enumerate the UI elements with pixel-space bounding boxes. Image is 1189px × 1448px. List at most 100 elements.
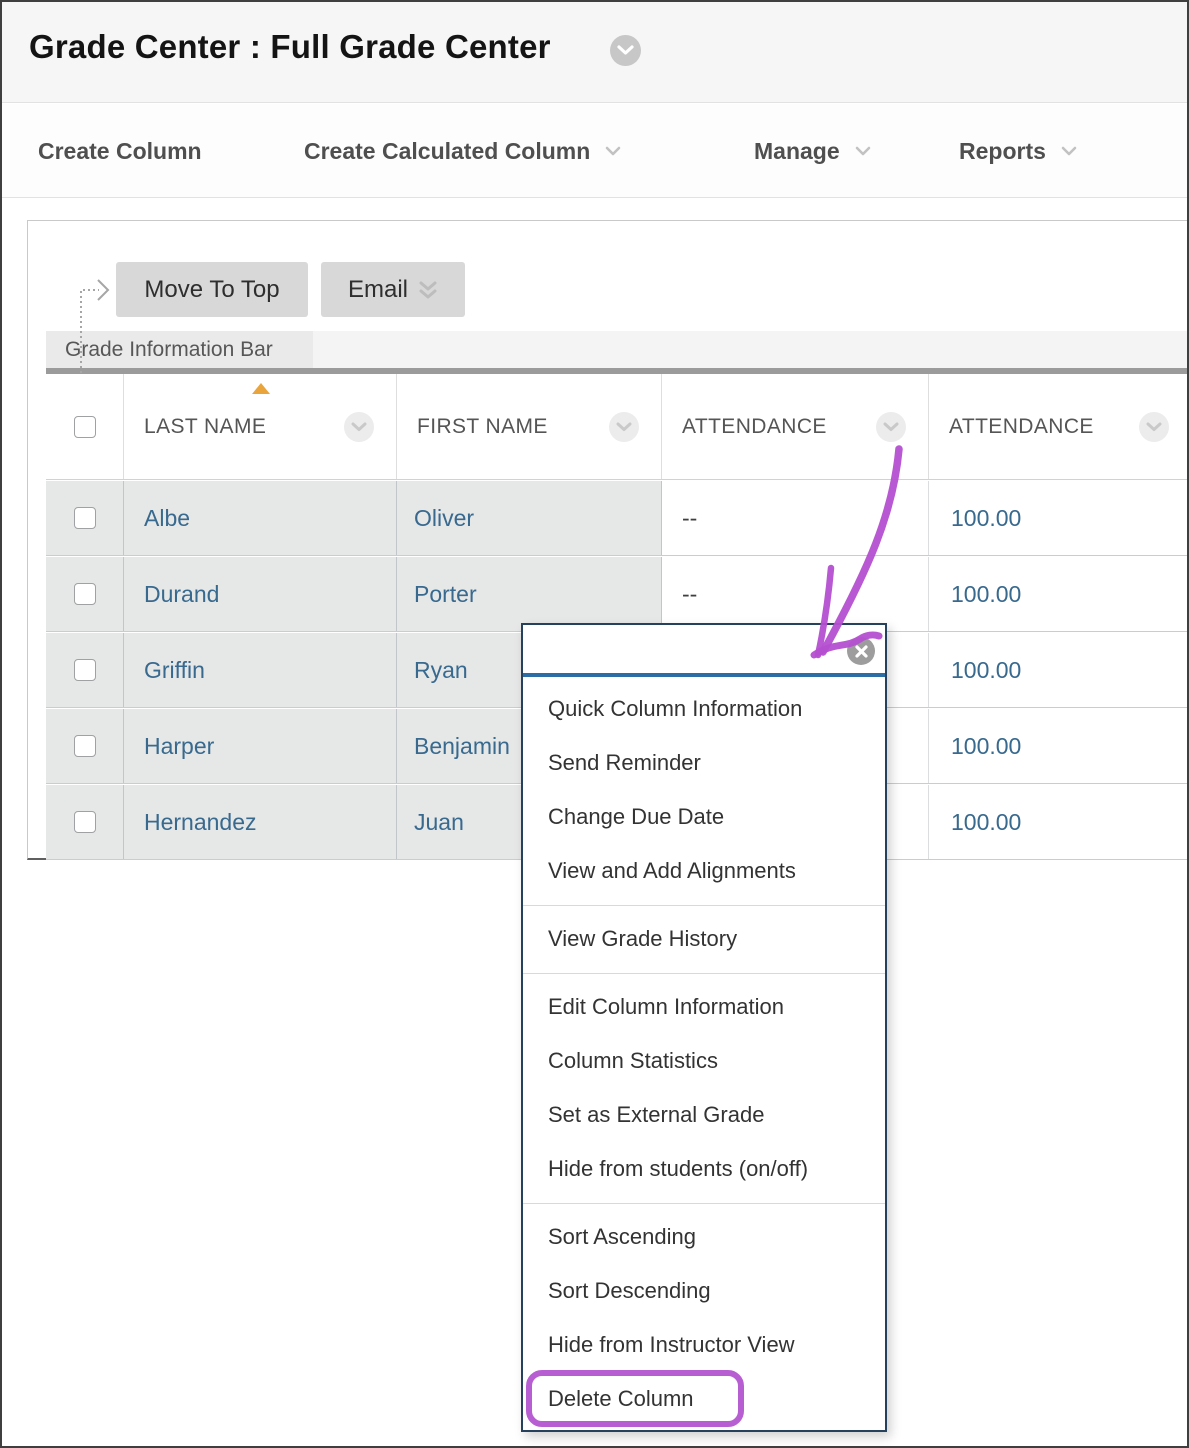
chevron-down-icon [605,146,621,156]
attendance-header: ATTENDANCE [662,374,929,479]
create-column-button[interactable]: Create Column [38,104,202,198]
student-link[interactable]: Benjamin [414,709,510,783]
page-header: Grade Center : Full Grade Center [2,2,1187,103]
grade-value: 100.00 [951,557,1021,631]
attendance2-cell[interactable]: 100.00 [929,557,1189,631]
menu-divider [523,1203,885,1204]
last-name-cell: Durand [124,557,397,631]
last-name-cell: Griffin [124,633,397,707]
dotted-elbow-arrow-icon [72,275,120,375]
table-row: Durand Porter -- 100.00 [46,557,1189,632]
double-chevron-down-icon [418,280,438,302]
create-calculated-column-button[interactable]: Create Calculated Column [304,104,621,198]
last-name-cell: Albe [124,481,397,555]
reports-button[interactable]: Reports [959,104,1077,198]
grade-value: 100.00 [951,785,1021,859]
row-checkbox[interactable] [74,735,96,757]
row-select-cell [46,481,124,555]
column-menu-chevron-icon[interactable] [876,412,906,442]
menu-item-hide-from-students[interactable]: Hide from students (on/off) [523,1142,885,1196]
row-checkbox[interactable] [74,811,96,833]
attendance2-cell[interactable]: 100.00 [929,633,1189,707]
email-button[interactable]: Email [321,262,465,317]
row-checkbox[interactable] [74,583,96,605]
context-menu-header [523,625,885,677]
menu-item-sort-descending[interactable]: Sort Descending [523,1264,885,1318]
menu-item-view-and-add-alignments[interactable]: View and Add Alignments [523,844,885,898]
student-link[interactable]: Ryan [414,633,468,707]
grade-value: 100.00 [951,481,1021,555]
attendance-cell[interactable]: -- [662,481,929,555]
chevron-down-icon [855,146,871,156]
menu-item-delete-column[interactable]: Delete Column [523,1372,885,1426]
student-link[interactable]: Oliver [414,481,474,555]
row-select-cell [46,633,124,707]
create-column-label: Create Column [38,138,202,165]
close-icon [855,645,868,658]
attendance2-header: ATTENDANCE [929,374,1189,479]
close-button[interactable] [847,637,875,665]
menu-item-column-statistics[interactable]: Column Statistics [523,1034,885,1088]
chevron-down-icon[interactable] [610,35,641,66]
create-calculated-column-label: Create Calculated Column [304,138,590,165]
row-checkbox[interactable] [74,659,96,681]
table-row: Albe Oliver -- 100.00 [46,481,1189,556]
row-select-cell [46,709,124,783]
email-label: Email [348,276,408,304]
attendance-cell[interactable]: -- [662,557,929,631]
first-name-cell: Porter [397,557,662,631]
context-menu-list: Quick Column Information Send Reminder C… [523,677,885,1426]
move-to-top-button[interactable]: Move To Top [116,262,308,317]
student-link[interactable]: Hernandez [144,785,257,859]
attendance2-cell[interactable]: 100.00 [929,481,1189,555]
menu-item-change-due-date[interactable]: Change Due Date [523,790,885,844]
student-link[interactable]: Durand [144,557,219,631]
last-name-cell: Hernandez [124,785,397,859]
student-link[interactable]: Albe [144,481,190,555]
delete-column-label: Delete Column [548,1386,694,1411]
menu-item-set-as-external-grade[interactable]: Set as External Grade [523,1088,885,1142]
menu-divider [523,905,885,906]
select-all-cell [46,374,124,479]
menu-divider [523,973,885,974]
menu-item-quick-column-information[interactable]: Quick Column Information [523,682,885,736]
student-link[interactable]: Harper [144,709,214,783]
menu-item-view-grade-history[interactable]: View Grade History [523,912,885,966]
student-link[interactable]: Porter [414,557,477,631]
column-menu-chevron-icon[interactable] [1139,412,1169,442]
grade-value: 100.00 [951,709,1021,783]
action-bar: Create Column Create Calculated Column M… [2,104,1187,198]
attendance2-cell[interactable]: 100.00 [929,709,1189,783]
manage-button[interactable]: Manage [754,104,871,198]
grid-header-row: LAST NAME FIRST NAME ATTENDANCE [46,374,1189,480]
last-name-cell: Harper [124,709,397,783]
chevron-down-icon [1061,146,1077,156]
menu-item-send-reminder[interactable]: Send Reminder [523,736,885,790]
student-link[interactable]: Griffin [144,633,205,707]
grade-value: 100.00 [951,633,1021,707]
column-menu-chevron-icon[interactable] [609,412,639,442]
grade-value: -- [682,481,697,555]
first-name-cell: Oliver [397,481,662,555]
manage-label: Manage [754,138,840,165]
reports-label: Reports [959,138,1046,165]
attendance-header-label: ATTENDANCE [682,374,827,480]
menu-item-hide-from-instructor-view[interactable]: Hide from Instructor View [523,1318,885,1372]
grade-value: -- [682,557,697,631]
row-checkbox[interactable] [74,507,96,529]
column-context-menu: Quick Column Information Send Reminder C… [521,623,887,1432]
menu-item-edit-column-information[interactable]: Edit Column Information [523,980,885,1034]
attendance2-header-label: ATTENDANCE [949,374,1094,480]
last-name-header: LAST NAME [124,374,397,479]
student-link[interactable]: Juan [414,785,464,859]
menu-item-sort-ascending[interactable]: Sort Ascending [523,1210,885,1264]
attendance2-cell[interactable]: 100.00 [929,785,1189,859]
select-all-checkbox[interactable] [74,416,96,438]
first-name-header: FIRST NAME [397,374,662,479]
grade-info-strip: Grade Information Bar [46,331,1189,368]
page-title: Grade Center : Full Grade Center [29,28,551,66]
first-name-header-label: FIRST NAME [417,374,548,480]
column-menu-chevron-icon[interactable] [344,412,374,442]
row-select-cell [46,785,124,859]
grade-center-screen: Grade Center : Full Grade Center Create … [0,0,1189,1448]
